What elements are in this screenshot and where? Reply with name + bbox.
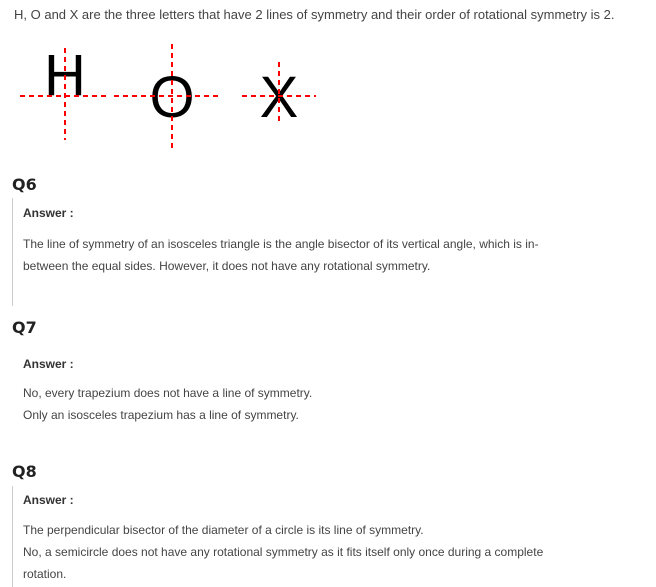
- answer-line: rotation.: [23, 567, 67, 581]
- symmetry-letters-figure: H O X: [20, 44, 316, 148]
- question-heading-q7: Q7: [12, 318, 37, 337]
- answer-line: No, every trapezium does not have a line…: [23, 386, 313, 400]
- question-heading-q8: Q8: [12, 462, 37, 481]
- answer-body: No, every trapezium does not have a line…: [23, 382, 656, 426]
- question-heading-q6: Q6: [12, 175, 37, 194]
- answer-block-q8: Answer : The perpendicular bisector of t…: [12, 486, 656, 587]
- answer-label: Answer :: [23, 493, 74, 507]
- answer-body: The perpendicular bisector of the diamet…: [23, 519, 656, 585]
- answer-line: between the equal sides. However, it doe…: [23, 259, 431, 273]
- answer-line: The perpendicular bisector of the diamet…: [23, 523, 424, 537]
- answer-block-q7: Answer : No, every trapezium does not ha…: [12, 348, 656, 426]
- answer-body: The line of symmetry of an isosceles tri…: [23, 233, 656, 277]
- answer-line: Only an isosceles trapezium has a line o…: [23, 408, 299, 422]
- answer-label: Answer :: [23, 206, 74, 220]
- answer-line: The line of symmetry of an isosceles tri…: [23, 237, 539, 251]
- answer-label: Answer :: [23, 357, 74, 371]
- intro-text: H, O and X are the three letters that ha…: [14, 7, 615, 22]
- answer-line: No, a semicircle does not have any rotat…: [23, 545, 544, 559]
- answer-block-q6: Answer : The line of symmetry of an isos…: [12, 198, 656, 306]
